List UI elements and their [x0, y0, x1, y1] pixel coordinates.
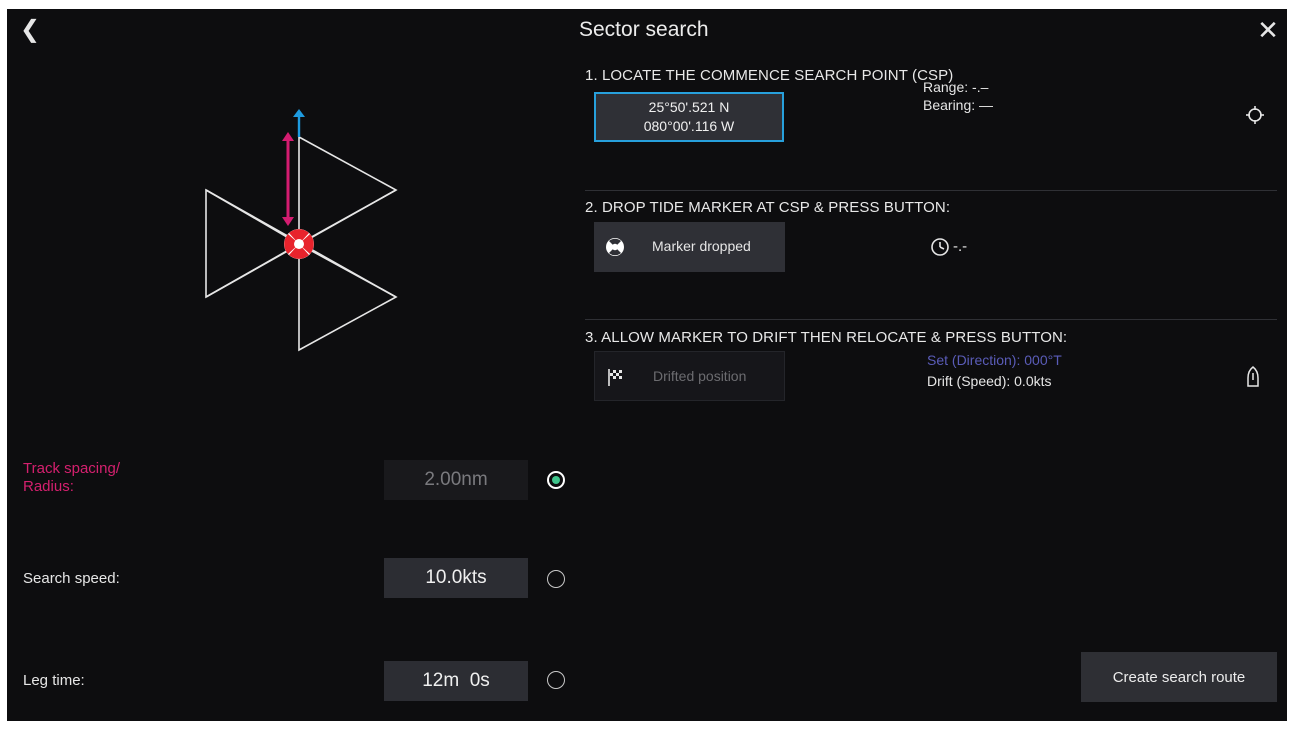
csp-longitude: 080°00'.116 W [643, 118, 735, 134]
drift-speed-readout: Drift (Speed): 0.0kts [927, 373, 1052, 389]
north-arrow-icon [293, 109, 305, 137]
search-speed-label: Search speed: [23, 570, 120, 587]
csp-position-button[interactable]: 25°50'.521 N 080°00'.116 W [594, 92, 784, 142]
leg-time-value[interactable]: 12m 0s [384, 661, 528, 701]
leg-time-label: Leg time: [23, 672, 85, 689]
create-search-route-button[interactable]: Create search route [1081, 652, 1277, 702]
crosshair-target-icon[interactable] [1245, 105, 1265, 125]
datum-marker-icon [284, 229, 314, 259]
track-spacing-label: Track spacing/ Radius: [23, 460, 120, 495]
drifted-position-button[interactable]: Drifted position [594, 351, 785, 401]
sector-triangle-south [298, 242, 398, 352]
section-divider [585, 319, 1277, 320]
title-bar: ❮ Sector search ✕ [7, 9, 1287, 53]
elapsed-time: -.- [953, 238, 968, 255]
sector-search-diagram [205, 109, 398, 352]
range-readout: Range: -.– [923, 79, 989, 95]
page-title: Sector search [579, 18, 709, 41]
clock-icon [931, 238, 949, 256]
track-spacing-value[interactable]: 2.00nm [384, 460, 528, 500]
step2-heading: 2. DROP TIDE MARKER AT CSP & PRESS BUTTO… [585, 199, 951, 216]
search-speed-value[interactable]: 10.0kts [384, 558, 528, 598]
sector-triangle-north [298, 135, 398, 246]
marker-dropped-label: Marker dropped [652, 238, 751, 254]
sector-search-screen: ❮ Sector search ✕ Track spacing/ Radius:… [7, 9, 1287, 721]
set-direction-readout: Set (Direction): 000°T [927, 352, 1062, 368]
spacing-double-arrow-icon [282, 132, 294, 226]
leg-time-radio[interactable] [547, 671, 565, 689]
marker-dropped-button[interactable]: Marker dropped [594, 222, 785, 272]
track-spacing-radio[interactable] [547, 471, 565, 489]
lifebuoy-icon [606, 238, 624, 256]
search-speed-radio[interactable] [547, 570, 565, 588]
drifted-position-label: Drifted position [653, 368, 747, 384]
checkered-flag-icon [608, 369, 622, 386]
close-icon[interactable]: ✕ [1253, 15, 1283, 45]
step1-heading: 1. LOCATE THE COMMENCE SEARCH POINT (CSP… [585, 67, 954, 84]
boat-icon[interactable] [1246, 366, 1260, 388]
back-chevron-icon[interactable]: ❮ [15, 17, 45, 45]
section-divider [585, 190, 1277, 191]
csp-latitude: 25°50'.521 N [648, 99, 730, 115]
bearing-readout: Bearing: — [923, 97, 994, 113]
step3-heading: 3. ALLOW MARKER TO DRIFT THEN RELOCATE &… [585, 329, 1068, 346]
